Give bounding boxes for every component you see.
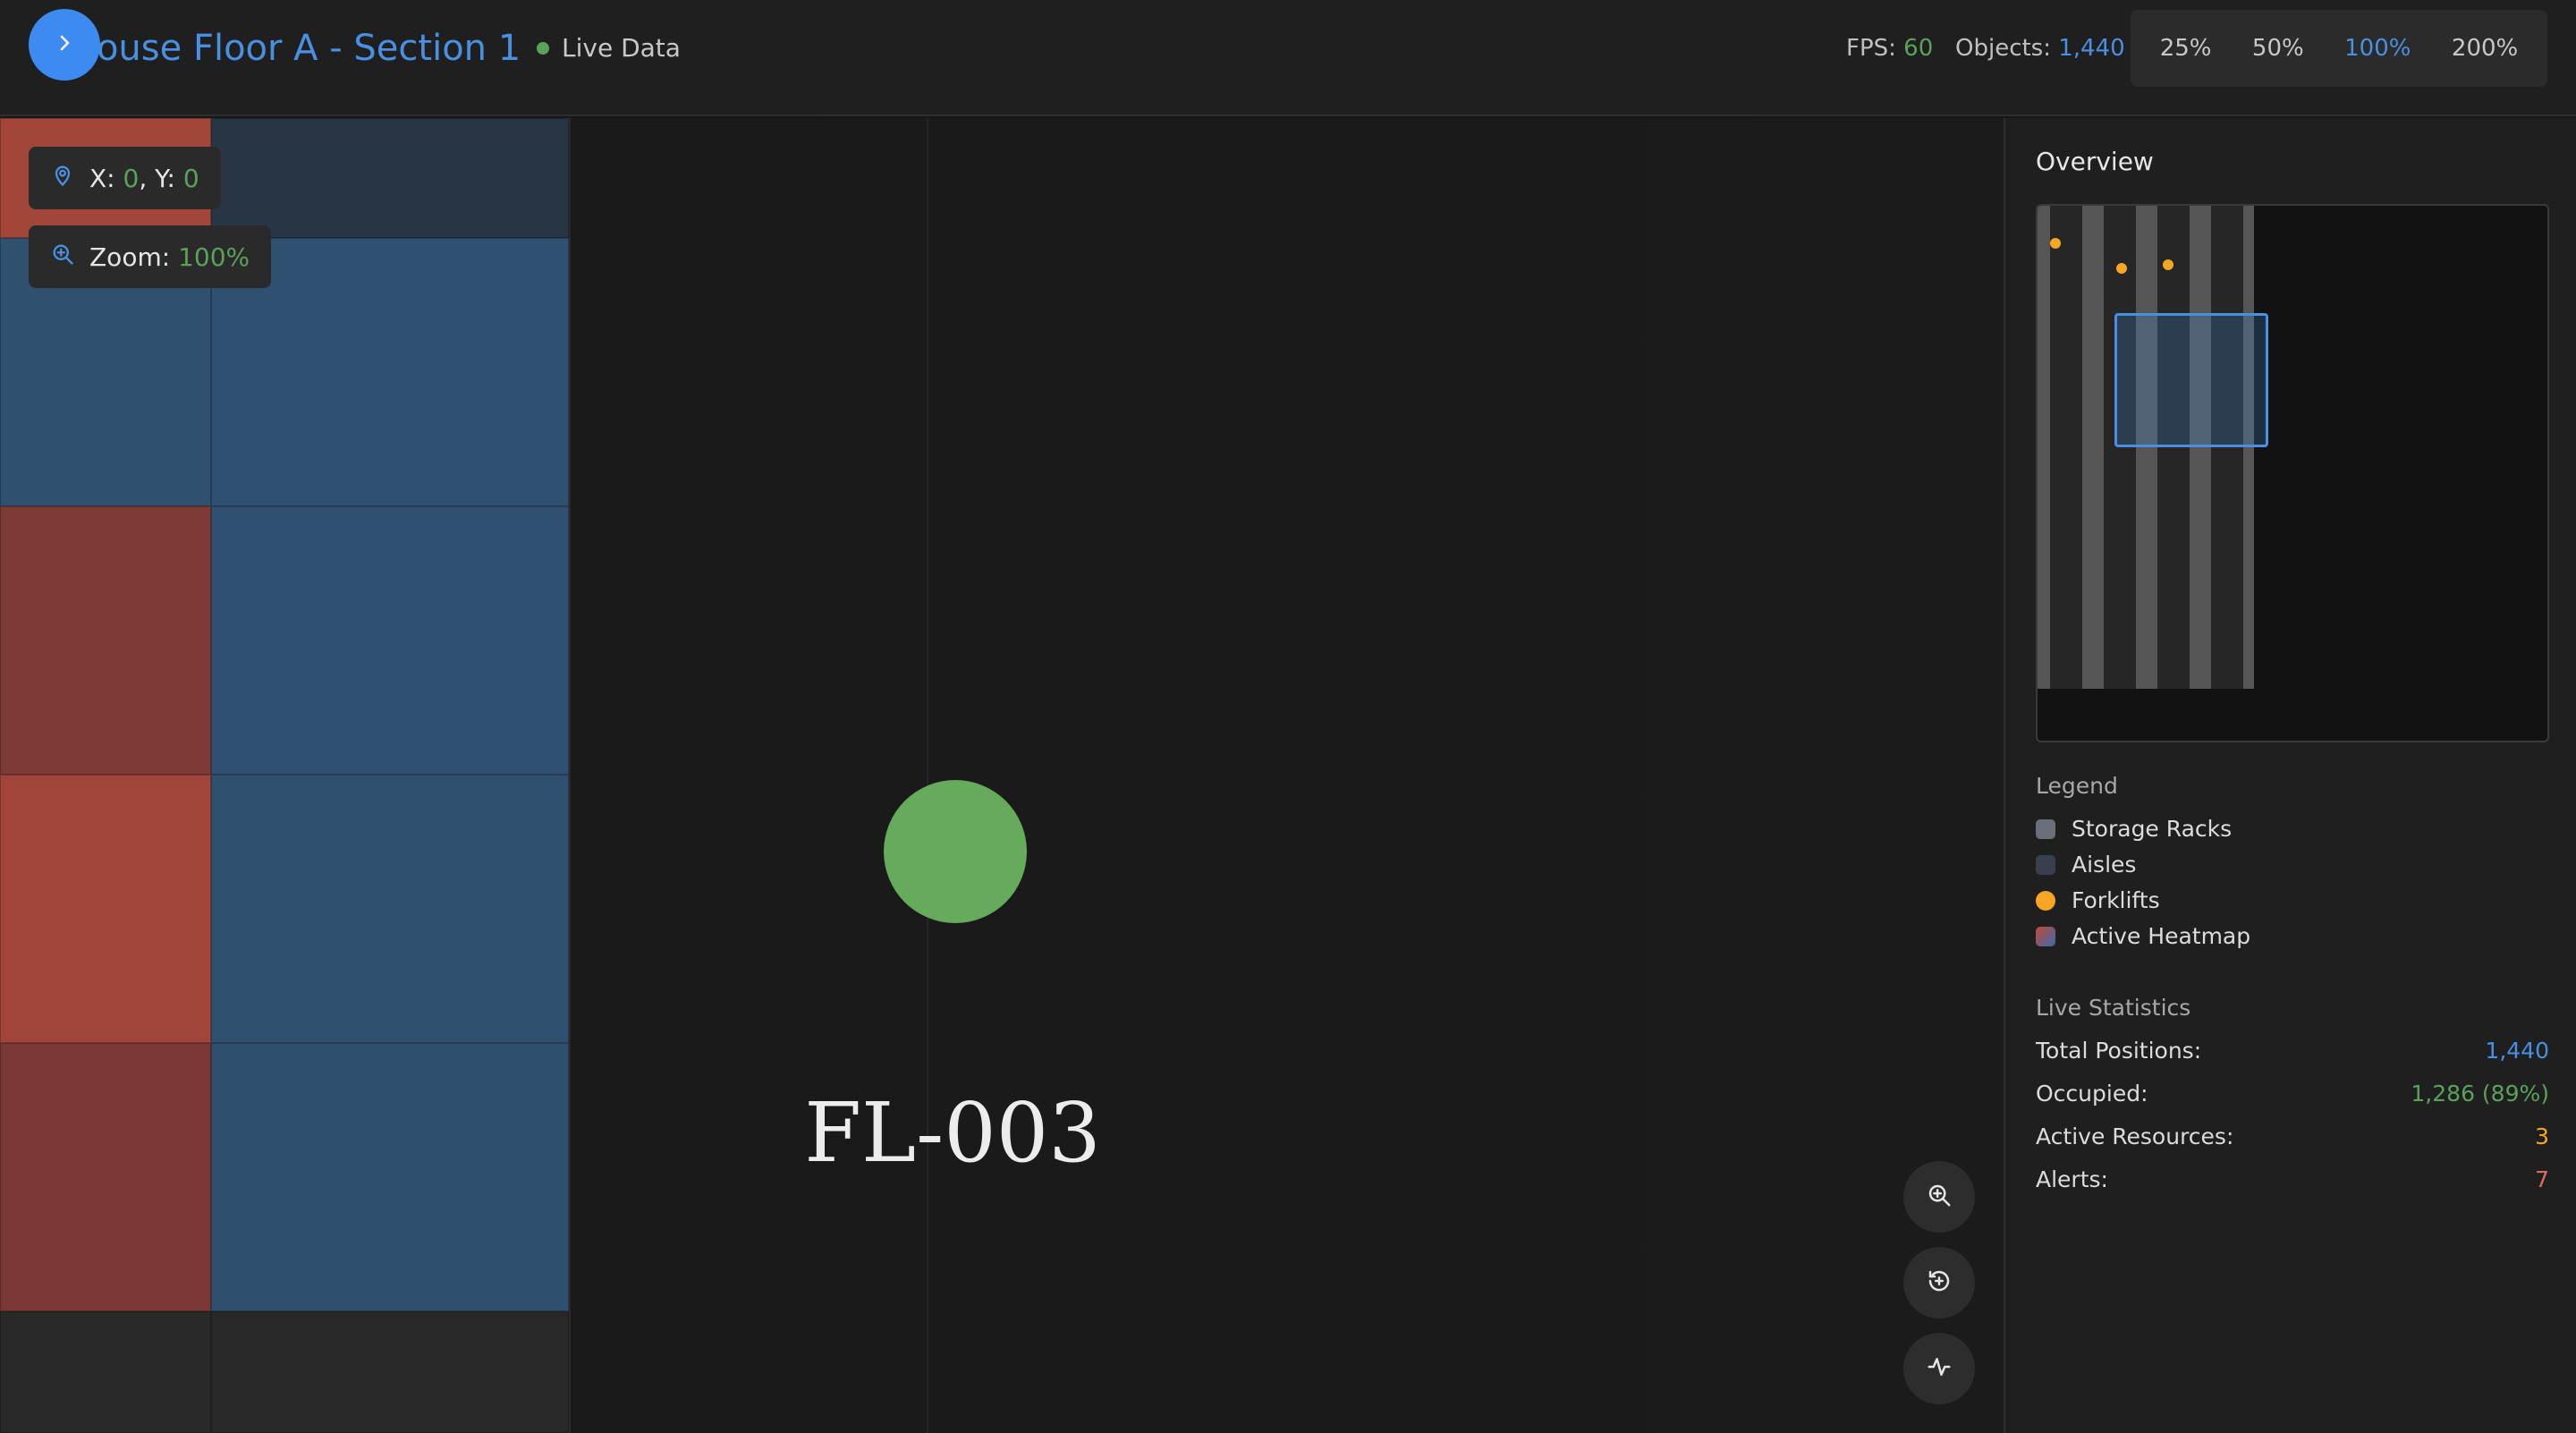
minimap-forklift [2050, 238, 2061, 249]
stat-alerts: Alerts: 7 [2036, 1166, 2549, 1192]
heatmap-cell [0, 1043, 211, 1311]
zoom-option-200[interactable]: 200% [2439, 26, 2530, 71]
minimap-rack [2082, 206, 2104, 689]
coordinates-display: X: 0, Y: 0 [29, 147, 221, 209]
stat-value: 1,440 [2485, 1038, 2549, 1064]
minimap-forklift [2116, 263, 2127, 274]
legend-label: Storage Racks [2072, 816, 2233, 842]
location-pin-icon [50, 163, 75, 194]
minimap-forklift [2163, 259, 2174, 270]
stat-value: 3 [2535, 1124, 2549, 1149]
legend-label: Active Heatmap [2072, 923, 2251, 949]
legend-swatch [2036, 926, 2055, 946]
minimap-aisle [2050, 206, 2082, 689]
minimap-aisle [2104, 206, 2136, 689]
live-status-label: Live Data [562, 33, 681, 63]
minimap-viewport[interactable] [2114, 313, 2268, 447]
zoom-option-50[interactable]: 50% [2240, 26, 2317, 71]
grid-line [569, 118, 571, 1433]
zoom-magnifier-icon [50, 242, 75, 273]
live-status: Live Data [537, 32, 681, 64]
heatmap-cell [0, 1311, 211, 1433]
forklift-marker[interactable] [884, 780, 1027, 923]
heatmap-cell [211, 1043, 569, 1311]
right-sidebar: Overview Legend Storage Racks Aisles For… [2004, 118, 2576, 1433]
recenter-icon [1926, 1268, 1953, 1298]
stat-label: Occupied: [2036, 1081, 2148, 1107]
live-statistics-title: Live Statistics [2036, 995, 2191, 1021]
live-indicator-dot [537, 42, 549, 55]
stat-label: Active Resources: [2036, 1124, 2234, 1149]
stat-label: Total Positions: [2036, 1038, 2202, 1064]
legend-swatch [2036, 818, 2055, 839]
minimap-rack [2038, 206, 2050, 689]
legend-label: Forklifts [2072, 887, 2160, 913]
grid-line [927, 118, 928, 1433]
floor-map-canvas[interactable]: X: 0, Y: 0 Zoom: 100% FL-003 [0, 118, 2004, 1433]
stat-active-resources: Active Resources: 3 [2036, 1124, 2549, 1149]
stat-occupied: Occupied: 1,286 (89%) [2036, 1081, 2549, 1107]
zoom-text: Zoom: 100% [89, 242, 250, 272]
legend-swatch [2036, 890, 2055, 911]
fps-label: FPS: [1846, 35, 1896, 62]
zoom-option-25[interactable]: 25% [2148, 26, 2224, 71]
overview-minimap[interactable] [2036, 204, 2549, 742]
fps-value: 60 [1903, 35, 1934, 62]
minimap-aisle [2211, 206, 2243, 689]
legend-item-storage-racks: Storage Racks [2036, 816, 2232, 842]
minimap-rack [2136, 206, 2157, 689]
zoom-display: Zoom: 100% [29, 225, 272, 288]
zoom-value: 100% [178, 242, 250, 272]
legend-swatch [2036, 854, 2055, 875]
heatmap-cell [211, 118, 569, 238]
zoom-level-selector: 25% 50% 100% 200% [2131, 10, 2547, 87]
recenter-button[interactable] [1903, 1247, 1975, 1319]
fps-readout: FPS: 60 [1846, 32, 1933, 64]
objects-readout: Objects: 1,440 [1955, 32, 2125, 64]
stat-value: 7 [2535, 1166, 2549, 1192]
minimap-rack [2190, 206, 2211, 689]
y-value: 0 [182, 163, 199, 193]
x-label: X: [89, 163, 115, 193]
overview-title: Overview [2036, 147, 2154, 176]
y-label: , Y: [139, 163, 175, 193]
heatmap-cell [0, 775, 211, 1043]
sidebar-toggle-button[interactable] [29, 9, 100, 81]
chevron-right-icon [54, 32, 75, 57]
coordinates-text: X: 0, Y: 0 [89, 164, 199, 193]
heatmap-cell [211, 775, 569, 1043]
legend-label: Aisles [2072, 852, 2137, 878]
forklift-label: FL-003 [804, 1085, 1101, 1181]
heatmap-cell [211, 506, 569, 775]
stat-value: 1,286 (89%) [2411, 1081, 2549, 1107]
stat-label: Alerts: [2036, 1166, 2108, 1192]
top-bar: ehouse Floor A - Section 1 Live Data FPS… [0, 0, 2576, 116]
legend-item-forklifts: Forklifts [2036, 887, 2160, 913]
minimap-aisle [2157, 206, 2190, 689]
legend-item-aisles: Aisles [2036, 852, 2136, 878]
legend-item-active-heatmap: Active Heatmap [2036, 923, 2250, 949]
heatmap-cell [0, 506, 211, 775]
activity-button[interactable] [1903, 1333, 1975, 1404]
zoom-label: Zoom: [89, 242, 171, 272]
objects-label: Objects: [1955, 35, 2051, 62]
x-value: 0 [123, 163, 140, 193]
page-title: ehouse Floor A - Section 1 [52, 28, 521, 69]
zoom-in-button[interactable] [1903, 1161, 1975, 1233]
stat-total-positions: Total Positions: 1,440 [2036, 1038, 2549, 1064]
heatmap-cell [211, 1311, 569, 1433]
activity-icon [1926, 1353, 1953, 1384]
zoom-in-icon [1926, 1182, 1953, 1212]
objects-value: 1,440 [2058, 35, 2125, 62]
legend-title: Legend [2036, 773, 2118, 799]
minimap-rack [2243, 206, 2254, 689]
zoom-option-100[interactable]: 100% [2332, 26, 2423, 71]
